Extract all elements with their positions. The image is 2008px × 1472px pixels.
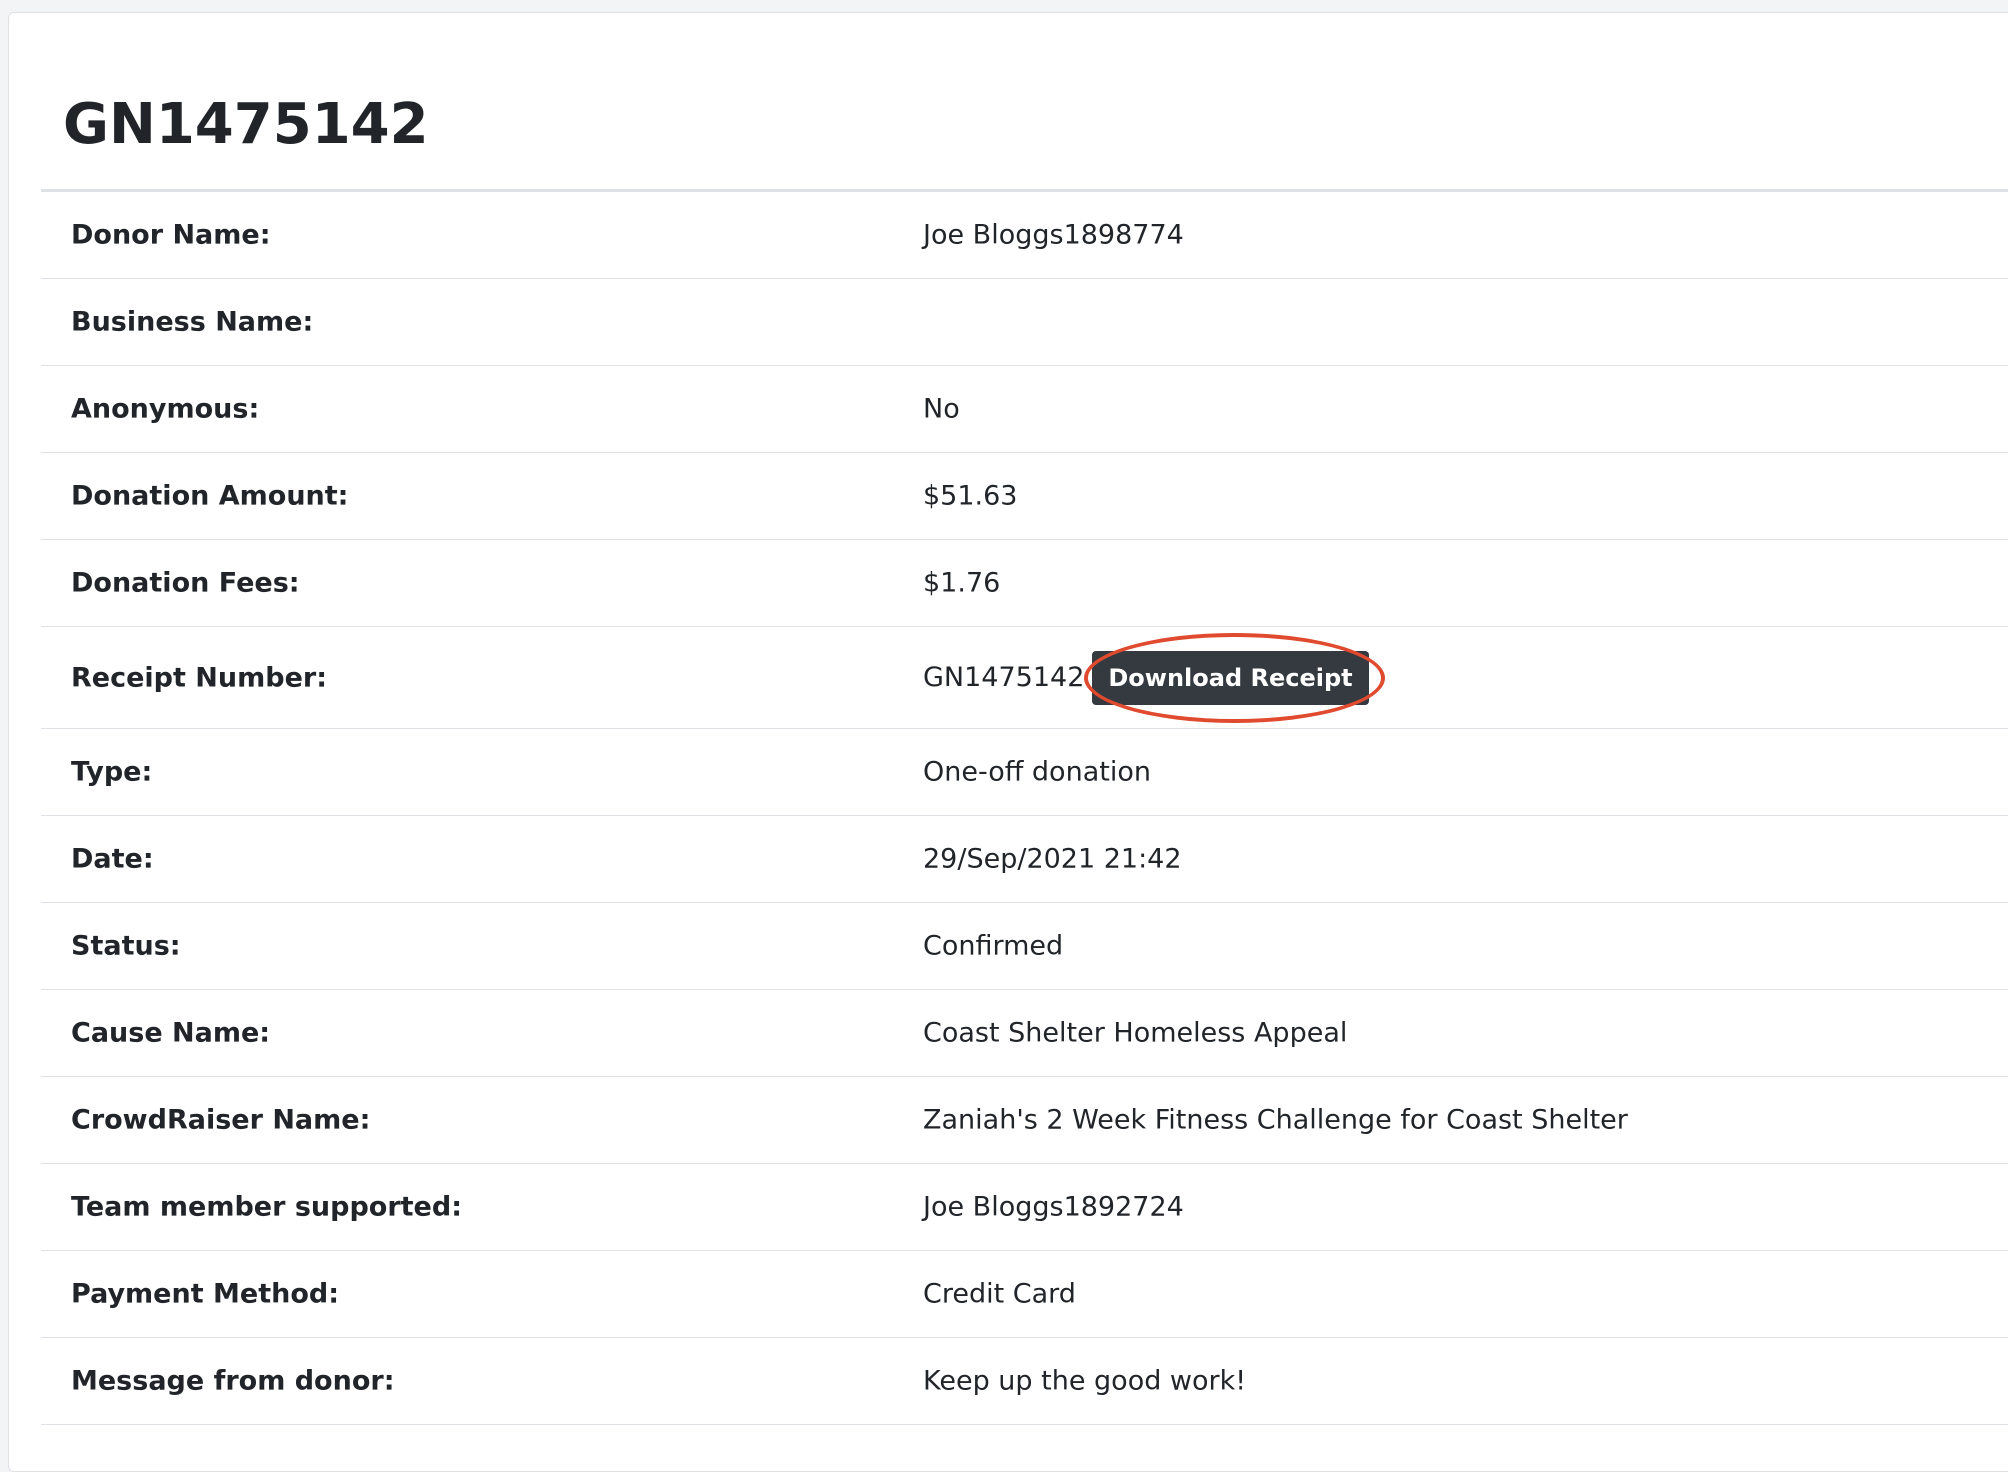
donor-name-value: Joe Bloggs1898774 bbox=[923, 219, 1184, 251]
row-business-name: Business Name: bbox=[41, 279, 2008, 366]
message-value: Keep up the good work! bbox=[923, 1365, 1247, 1397]
date-value: 29/Sep/2021 21:42 bbox=[923, 843, 1182, 875]
cause-name-value: Coast Shelter Homeless Appeal bbox=[923, 1017, 1348, 1049]
donation-amount-value: $51.63 bbox=[923, 480, 1018, 512]
status-value: Confirmed bbox=[923, 930, 1064, 962]
donation-detail-card: GN1475142 Donor Name: Joe Bloggs1898774 … bbox=[8, 12, 2008, 1472]
row-anonymous: Anonymous: No bbox=[41, 366, 2008, 453]
row-donation-amount: Donation Amount: $51.63 bbox=[41, 453, 2008, 540]
row-date: Date: 29/Sep/2021 21:42 bbox=[41, 816, 2008, 903]
anonymous-label: Anonymous: bbox=[71, 393, 260, 425]
message-label: Message from donor: bbox=[71, 1365, 395, 1397]
crowdraiser-name-value: Zaniah's 2 Week Fitness Challenge for Co… bbox=[923, 1104, 1628, 1136]
donation-fees-value: $1.76 bbox=[923, 567, 1001, 599]
type-label: Type: bbox=[71, 756, 153, 788]
row-donation-fees: Donation Fees: $1.76 bbox=[41, 540, 2008, 627]
receipt-number-value: GN1475142 bbox=[923, 662, 1085, 693]
receipt-number-cell: GN1475142 Download Receipt bbox=[923, 632, 1385, 723]
payment-method-label: Payment Method: bbox=[71, 1278, 340, 1310]
payment-method-value: Credit Card bbox=[923, 1278, 1076, 1310]
donor-name-label: Donor Name: bbox=[71, 219, 271, 251]
row-donor-name: Donor Name: Joe Bloggs1898774 bbox=[41, 192, 2008, 279]
type-value: One-off donation bbox=[923, 756, 1151, 788]
row-receipt-number: Receipt Number: GN1475142 Download Recei… bbox=[41, 627, 2008, 729]
row-payment-method: Payment Method: Credit Card bbox=[41, 1251, 2008, 1338]
anonymous-value: No bbox=[923, 393, 960, 425]
cause-name-label: Cause Name: bbox=[71, 1017, 271, 1049]
status-label: Status: bbox=[71, 930, 181, 962]
download-receipt-wrap: Download Receipt bbox=[1084, 632, 1385, 723]
page-title: GN1475142 bbox=[63, 92, 429, 157]
row-crowdraiser-name: CrowdRaiser Name: Zaniah's 2 Week Fitnes… bbox=[41, 1077, 2008, 1164]
row-type: Type: One-off donation bbox=[41, 729, 2008, 816]
date-label: Date: bbox=[71, 843, 154, 875]
crowdraiser-name-label: CrowdRaiser Name: bbox=[71, 1104, 371, 1136]
team-member-value: Joe Bloggs1892724 bbox=[923, 1191, 1184, 1223]
row-team-member: Team member supported: Joe Bloggs1892724 bbox=[41, 1164, 2008, 1251]
business-name-label: Business Name: bbox=[71, 306, 314, 338]
donation-amount-label: Donation Amount: bbox=[71, 480, 349, 512]
row-message: Message from donor: Keep up the good wor… bbox=[41, 1338, 2008, 1425]
team-member-label: Team member supported: bbox=[71, 1191, 462, 1223]
donation-details-table: Donor Name: Joe Bloggs1898774 Business N… bbox=[41, 189, 2008, 1425]
row-status: Status: Confirmed bbox=[41, 903, 2008, 990]
receipt-number-label: Receipt Number: bbox=[71, 662, 328, 693]
download-receipt-button[interactable]: Download Receipt bbox=[1092, 650, 1369, 705]
row-cause-name: Cause Name: Coast Shelter Homeless Appea… bbox=[41, 990, 2008, 1077]
donation-fees-label: Donation Fees: bbox=[71, 567, 300, 599]
